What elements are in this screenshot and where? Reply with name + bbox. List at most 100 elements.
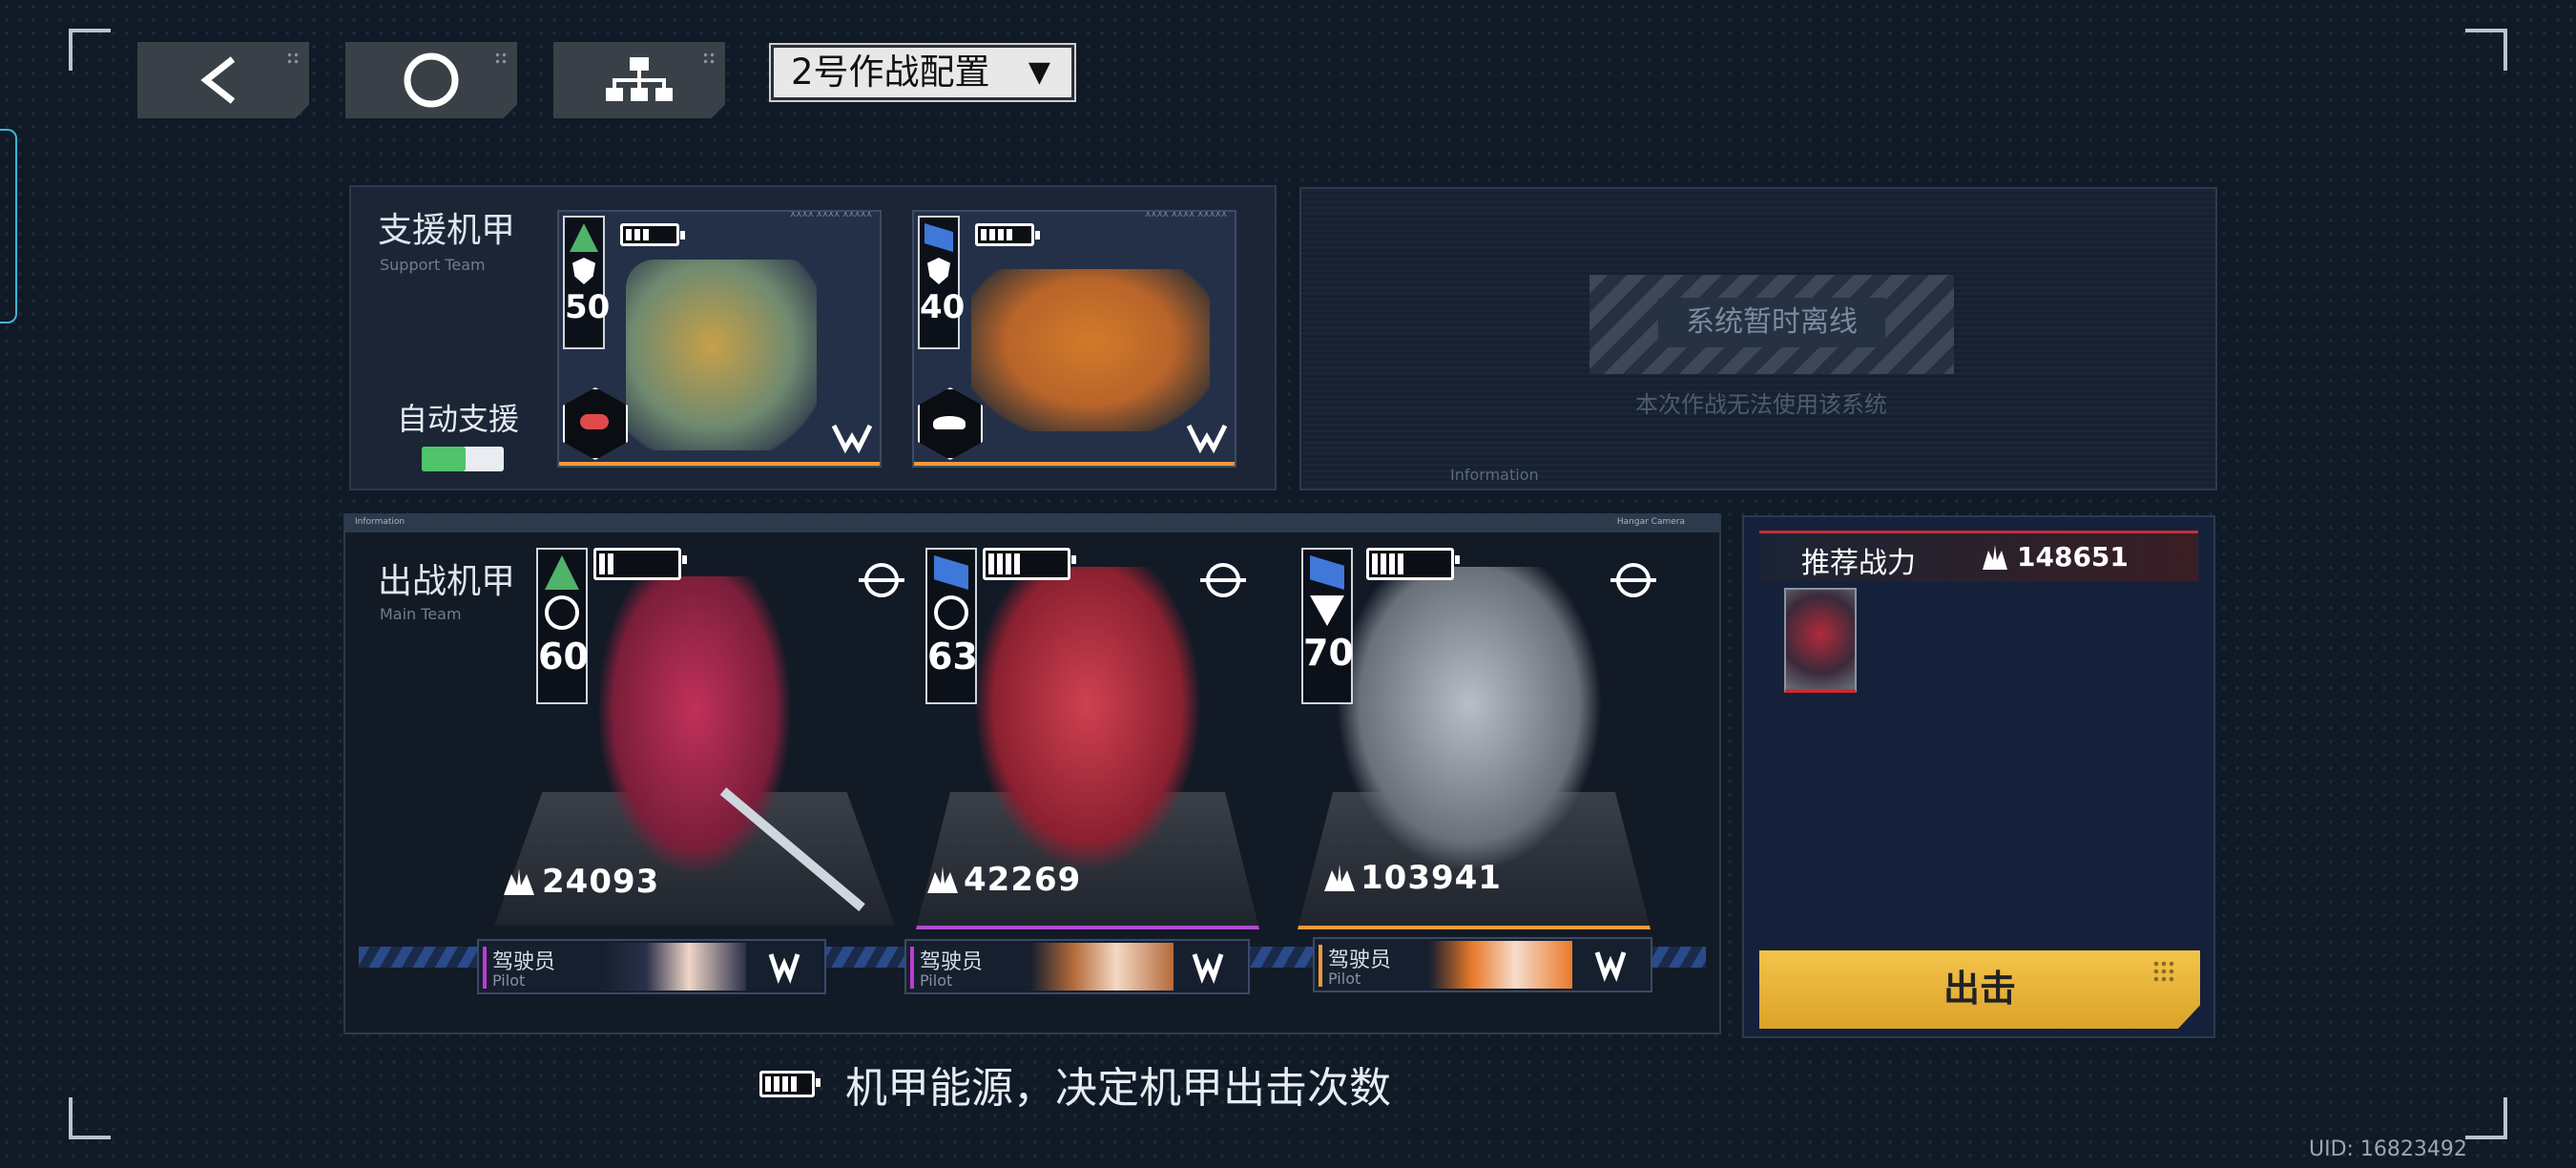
mech-cp: 24093 [542, 863, 660, 901]
left-edge-tab [0, 129, 17, 323]
pilot-portrait [603, 943, 746, 991]
energy-hint: 机甲能源，决定机甲出击次数 [845, 1064, 1391, 1113]
rank-bar: 70 [1301, 548, 1354, 704]
power-icon [927, 866, 958, 893]
chevron-down-icon: ▼ [1028, 55, 1050, 89]
frame-corner-tl [69, 29, 111, 71]
recommend-header: 推荐战力 148651 [1759, 531, 2198, 581]
battery-icon [975, 223, 1040, 246]
support-panel: 支援机甲 Support Team 自动支援 XXXX XXXX XXXXX 5… [349, 185, 1277, 490]
swap-icon[interactable] [1607, 561, 1660, 599]
faction-icon [831, 424, 873, 454]
mech-image [626, 260, 817, 450]
pilot-slot-3[interactable]: 驾驶员 Pilot [1313, 937, 1652, 992]
enemy-thumbnail[interactable] [1784, 588, 1857, 693]
mech-image [971, 269, 1210, 431]
battery-icon [983, 548, 1076, 580]
home-button[interactable] [345, 42, 517, 118]
config-select-value: 2号作战配置 [791, 52, 990, 93]
mech-slot-2[interactable]: 63 42269 [916, 548, 1259, 949]
sortie-button[interactable]: 出击 [1759, 950, 2200, 1029]
pilot-slot-1[interactable]: 驾驶员 Pilot [477, 939, 826, 994]
mech-cp: 103941 [1361, 859, 1502, 897]
toggle-on-indicator [422, 447, 466, 471]
power-icon [1983, 545, 2007, 570]
pilot-portrait [1030, 943, 1174, 991]
hint-battery-icon [759, 1071, 821, 1097]
support-card-1[interactable]: XXXX XXXX XXXXX 50 [557, 210, 882, 468]
system-info-label: Information [1450, 466, 1539, 484]
main-info-bar: Information Hangar Camera [345, 515, 1719, 532]
mech-level: 40 [920, 288, 966, 326]
pilot-accent [910, 947, 914, 989]
battery-icon [620, 223, 685, 246]
card-top-text: XXXX XXXX XXXXX [790, 210, 872, 219]
auto-support-label: 自动支援 [397, 401, 520, 437]
mech-image [973, 567, 1202, 872]
rank-icon [570, 223, 598, 252]
rank-bar: 40 [918, 216, 966, 349]
mech-level: 50 [565, 288, 611, 326]
formation-button[interactable] [553, 42, 725, 118]
mech-slot-1[interactable]: 60 24093 [494, 548, 904, 949]
chevron-left-icon [200, 56, 236, 104]
triangle-icon [1310, 595, 1344, 626]
mech-level: 63 [927, 636, 978, 678]
card-underline [914, 462, 1235, 466]
swap-icon[interactable] [1196, 561, 1250, 599]
faction-icon [1186, 424, 1228, 454]
pilot-accent [483, 947, 487, 989]
frame-corner-tr [2465, 29, 2507, 71]
mech-level: 60 [538, 636, 589, 678]
pilot-label-en: Pilot [492, 971, 526, 990]
system-panel: 系统暂时离线 本次作战无法使用该系统 Information [1299, 187, 2217, 490]
battery-icon [593, 548, 687, 580]
skill-icon [563, 387, 628, 460]
offline-text: 系统暂时离线 [1658, 298, 1885, 347]
mech-cp: 42269 [964, 861, 1082, 899]
auto-support-toggle[interactable] [422, 447, 504, 471]
pilot-accent [1319, 945, 1322, 987]
back-button[interactable] [137, 42, 309, 118]
rank-icon [924, 223, 953, 252]
rank-bar: 63 [925, 548, 978, 704]
frame-corner-br [2465, 1097, 2507, 1139]
offline-desc: 本次作战无法使用该系统 [1635, 391, 1887, 418]
pilot-label-en: Pilot [920, 971, 953, 990]
mech-slot-3[interactable]: 70 103941 [1298, 548, 1660, 949]
battery-icon [1366, 548, 1460, 580]
support-subtitle: Support Team [380, 256, 486, 274]
swap-icon[interactable] [855, 561, 908, 599]
card-top-text: XXXX XXXX XXXXX [1145, 210, 1227, 219]
recommend-cp: 148651 [2017, 541, 2129, 573]
grid-dots-icon [2152, 960, 2175, 983]
support-card-2[interactable]: XXXX XXXX XXXXX 40 [912, 210, 1236, 468]
pilot-emblem-icon [1594, 951, 1627, 983]
pilot-slot-2[interactable]: 驾驶员 Pilot [904, 939, 1250, 994]
frame-corner-bl [69, 1097, 111, 1139]
mech-level: 70 [1303, 632, 1354, 674]
shield-icon [572, 258, 595, 284]
rank-icon [934, 555, 968, 590]
pilot-emblem-icon [768, 953, 800, 985]
mech-image [1336, 567, 1603, 872]
power-icon [504, 868, 534, 895]
config-select[interactable]: 2号作战配置 ▼ [769, 43, 1076, 102]
main-info-right: Hangar Camera [1616, 517, 1685, 527]
rank-bar: 50 [563, 216, 611, 349]
uid-label: UID: 16823492 [2309, 1137, 2467, 1161]
circle-icon [404, 52, 459, 108]
recommend-label: 推荐战力 [1801, 547, 1916, 580]
support-title: 支援机甲 [378, 211, 516, 250]
target-icon [934, 595, 968, 630]
rank-icon [1310, 555, 1344, 590]
main-subtitle: Main Team [380, 605, 462, 623]
shield-icon [927, 258, 950, 284]
power-icon [1324, 865, 1355, 891]
card-underline [559, 462, 880, 466]
sortie-label: 出击 [1942, 968, 2016, 1010]
pilot-portrait [1429, 941, 1572, 989]
pilot-label-en: Pilot [1328, 970, 1361, 988]
pilot-emblem-icon [1192, 953, 1224, 985]
hierarchy-icon [606, 57, 673, 101]
